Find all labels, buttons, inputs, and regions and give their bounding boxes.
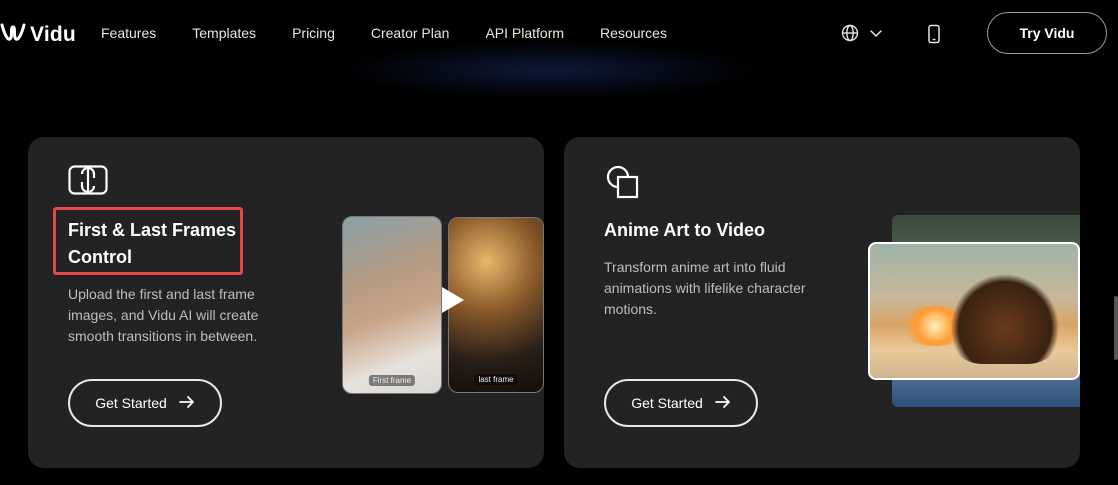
chevron-down-icon	[869, 24, 883, 47]
arrow-right-icon	[178, 395, 195, 412]
first-frame-label: First frame	[368, 375, 416, 386]
shapes-icon	[604, 165, 640, 206]
feature-card-frames-control: First & Last Frames Control Upload the f…	[28, 137, 544, 468]
nav-item-creator-plan[interactable]: Creator Plan	[371, 25, 450, 41]
first-frame-image: First frame	[342, 216, 442, 394]
nav-item-api-platform[interactable]: API Platform	[485, 25, 564, 41]
card-description: Upload the first and last frame images, …	[68, 286, 259, 344]
nav-item-features[interactable]: Features	[101, 25, 156, 41]
scrollbar-thumb[interactable]	[1114, 296, 1118, 360]
nav-item-templates[interactable]: Templates	[192, 25, 256, 41]
phone-icon[interactable]	[926, 24, 942, 49]
vidu-logo[interactable]: Vidu	[0, 19, 76, 50]
brand-name: Vidu	[30, 22, 76, 46]
frames-control-icon	[68, 165, 108, 200]
vidu-logo-icon	[0, 19, 26, 50]
card-title: First & Last Frames Control	[68, 220, 237, 267]
globe-icon	[841, 24, 859, 47]
play-icon[interactable]	[442, 287, 464, 313]
nav-item-pricing[interactable]: Pricing	[292, 25, 335, 41]
try-vidu-button[interactable]: Try Vidu	[987, 12, 1107, 54]
motorcycle-graphic	[950, 274, 1060, 364]
get-started-button[interactable]: Get Started	[604, 379, 758, 427]
background-glow	[340, 40, 760, 100]
feature-card-anime-art: Anime Art to Video Transform anime art i…	[564, 137, 1080, 468]
get-started-label: Get Started	[95, 395, 167, 411]
get-started-label: Get Started	[631, 395, 703, 411]
card-title: Anime Art to Video	[604, 220, 766, 240]
get-started-button[interactable]: Get Started	[68, 379, 222, 427]
last-frame-label: last frame	[474, 374, 518, 385]
main-menu: Features Templates Pricing Creator Plan …	[101, 25, 703, 41]
anime-video-image	[868, 242, 1080, 380]
arrow-right-icon	[714, 395, 731, 412]
language-selector[interactable]	[841, 24, 883, 47]
card-description: Transform anime art into fluid animation…	[604, 259, 806, 317]
top-navigation: Vidu Features Templates Pricing Creator …	[0, 0, 1118, 100]
nav-item-resources[interactable]: Resources	[600, 25, 667, 41]
